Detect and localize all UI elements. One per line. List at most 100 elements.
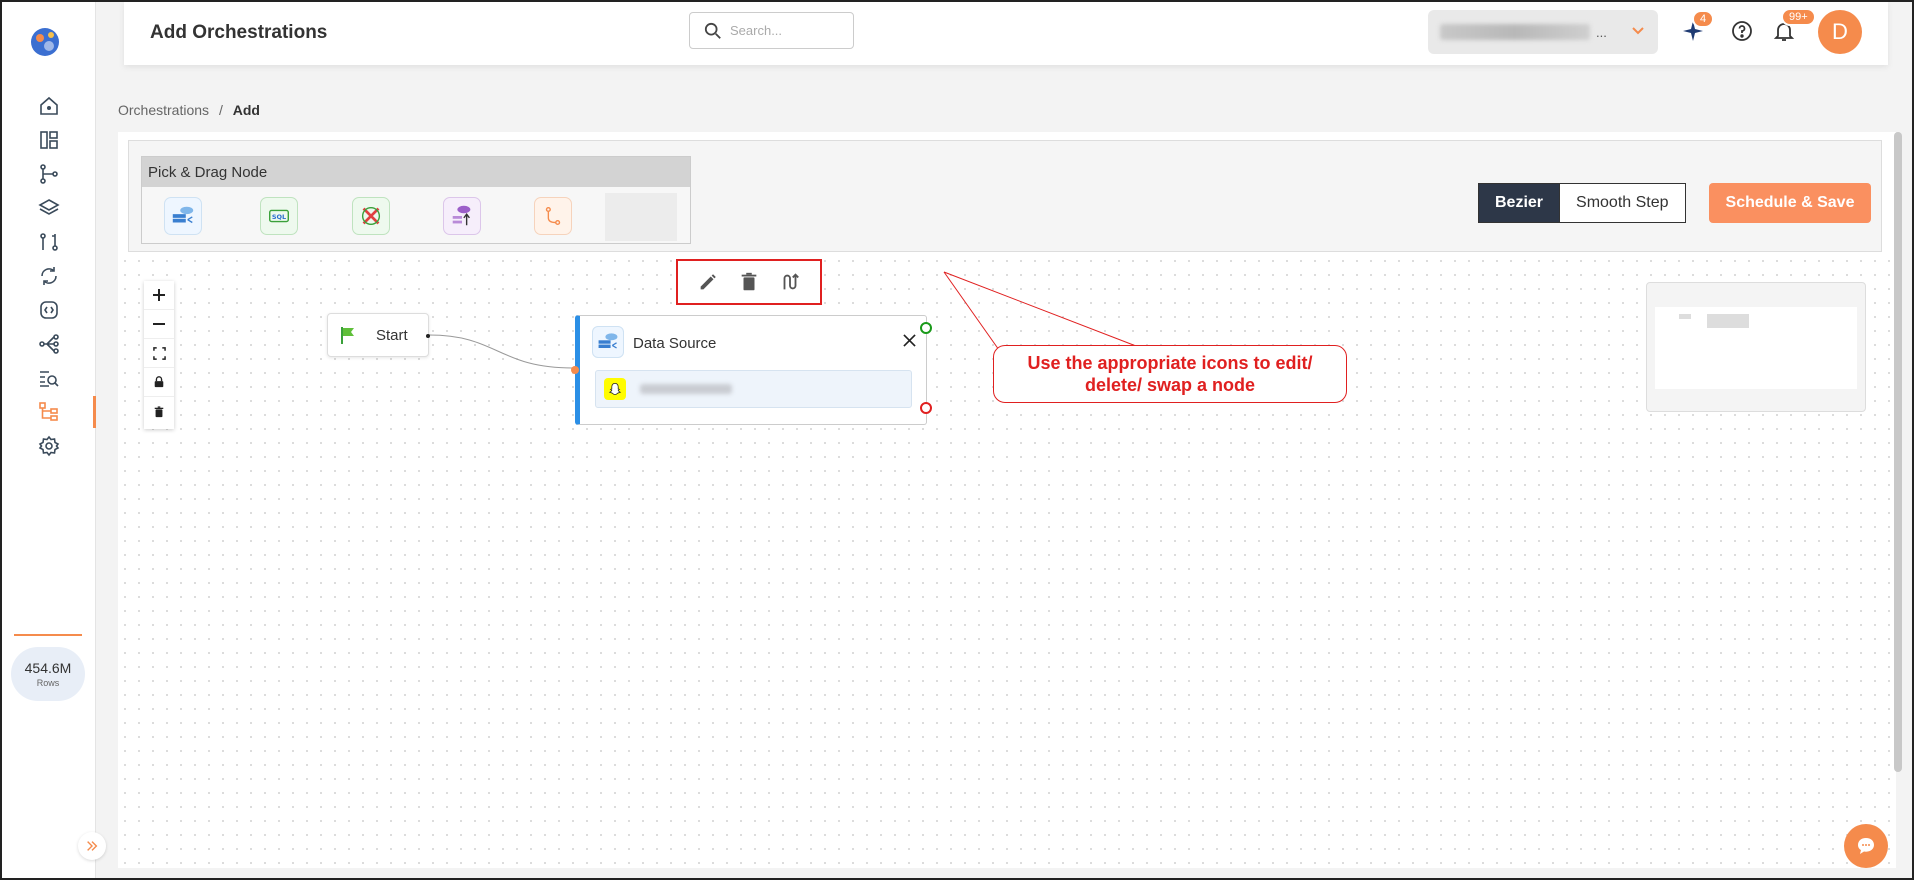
chevron-down-icon (1630, 22, 1646, 43)
double-chevron-right-icon (87, 841, 98, 851)
data-source-node[interactable]: Data Source (575, 315, 927, 425)
failure-output-handle[interactable] (920, 402, 932, 414)
fit-view-icon (152, 346, 166, 360)
node-action-toolbar (676, 259, 822, 305)
sync-icon (41, 267, 57, 285)
minimap[interactable] (1646, 282, 1866, 412)
expand-sidebar-button[interactable] (78, 832, 106, 860)
rows-usage-badge: 454.6M Rows (11, 647, 85, 701)
app-logo[interactable] (27, 24, 63, 60)
ai-assistant-button[interactable]: 4 (1678, 10, 1715, 46)
schedule-save-button[interactable]: Schedule & Save (1709, 183, 1871, 223)
minus-icon (153, 323, 165, 325)
branch-node-icon (545, 206, 561, 226)
start-to-datasource-edge[interactable] (428, 334, 574, 369)
data-source-connection[interactable] (595, 370, 912, 408)
flow-icon (39, 334, 59, 354)
query-search-icon (40, 371, 59, 387)
rows-value: 454.6M (24, 660, 72, 676)
data-source-node-title: Data Source (633, 335, 717, 352)
start-node[interactable]: Start (327, 313, 430, 357)
notifications-button[interactable]: 99+ (1769, 8, 1816, 46)
start-node-label: Start (376, 326, 408, 344)
search-icon (704, 22, 721, 39)
sidebar-divider (14, 634, 82, 636)
connection-name-redacted (640, 384, 732, 394)
palette-node-sql[interactable]: SQL (260, 197, 298, 235)
callout-pointer-line (943, 271, 1137, 347)
upload-node-icon (452, 205, 471, 226)
chat-support-button[interactable] (1844, 824, 1888, 868)
search-input[interactable] (730, 23, 840, 38)
canvas-controls (144, 281, 174, 429)
settings-icon (38, 435, 60, 457)
svg-text:SQL: SQL (272, 213, 286, 221)
start-node-handle[interactable] (426, 334, 430, 338)
callout-line-2: delete/ swap a node (1084, 375, 1256, 395)
organization-select[interactable]: ... (1428, 10, 1658, 54)
zoom-out-button[interactable] (144, 310, 174, 339)
palette-placeholder (605, 193, 677, 241)
close-node-button[interactable] (903, 331, 916, 352)
success-output-handle[interactable] (920, 322, 932, 334)
delete-trash-icon[interactable] (738, 271, 760, 293)
breadcrumb-parent[interactable]: Orchestrations (118, 102, 209, 118)
sidebar-item-settings[interactable] (2, 426, 96, 466)
trash-icon (154, 405, 164, 417)
orchestration-icon (39, 402, 58, 421)
data-source-input-handle[interactable] (571, 366, 579, 374)
close-icon (903, 334, 916, 347)
transform-node-icon (361, 206, 381, 226)
clear-canvas-button[interactable] (144, 397, 174, 426)
edge-type-smooth-step-button[interactable]: Smooth Step (1560, 183, 1686, 223)
edge-type-toggle: Bezier Smooth Step (1478, 183, 1686, 223)
minimap-node-data-source (1707, 314, 1749, 328)
help-icon (1732, 21, 1752, 41)
home-icon (40, 96, 58, 115)
fit-view-button[interactable] (144, 339, 174, 368)
palette-title: Pick & Drag Node (142, 157, 690, 187)
minimap-node-start (1679, 314, 1691, 319)
plus-icon (153, 289, 165, 301)
org-name-redacted (1440, 24, 1590, 40)
palette-node-data-source[interactable] (164, 197, 202, 235)
orchestration-toolbar: Pick & Drag Node SQL Bezier Smooth Step … (128, 140, 1882, 252)
swap-node-icon[interactable] (779, 271, 801, 293)
edge-type-bezier-button[interactable]: Bezier (1478, 183, 1561, 223)
palette-node-transform[interactable] (352, 197, 390, 235)
search-box[interactable] (689, 12, 854, 49)
breadcrumb-separator: / (218, 102, 223, 118)
user-avatar[interactable]: D (1818, 10, 1862, 54)
api-icon (40, 301, 58, 319)
palette-node-branch[interactable] (534, 197, 572, 235)
minimap-viewport (1655, 307, 1857, 389)
edit-pencil-icon[interactable] (697, 271, 719, 293)
breadcrumb: Orchestrations / Add (118, 102, 260, 118)
compare-icon (40, 233, 58, 251)
dashboard-icon (40, 131, 58, 149)
zoom-in-button[interactable] (144, 281, 174, 310)
ai-badge: 4 (1692, 10, 1715, 28)
org-name: ... (1596, 24, 1607, 40)
breadcrumb-current: Add (232, 102, 260, 118)
pipeline-icon (40, 164, 58, 184)
annotation-callout: Use the appropriate icons to edit/ delet… (993, 345, 1347, 403)
layers-icon (38, 199, 60, 215)
data-source-node-icon (172, 206, 194, 224)
sidebar: 454.6M Rows (2, 2, 96, 878)
help-button[interactable] (1727, 16, 1757, 46)
vertical-scrollbar[interactable] (1894, 132, 1902, 772)
snapchat-ghost-icon (604, 378, 626, 400)
page-title: Add Orchestrations (150, 22, 328, 43)
top-header: Add Orchestrations ... 4 99+ D (124, 2, 1888, 65)
lock-button[interactable] (144, 368, 174, 397)
chat-bubble-icon (1858, 838, 1874, 854)
lock-icon (154, 376, 164, 388)
flag-icon (341, 327, 354, 344)
rows-label: Rows (36, 678, 60, 688)
palette-node-upload[interactable] (443, 197, 481, 235)
notifications-badge: 99+ (1781, 8, 1816, 26)
data-source-icon (592, 326, 624, 358)
callout-line-1: Use the appropriate icons to edit/ (1027, 353, 1313, 373)
node-palette: Pick & Drag Node SQL (141, 156, 691, 244)
